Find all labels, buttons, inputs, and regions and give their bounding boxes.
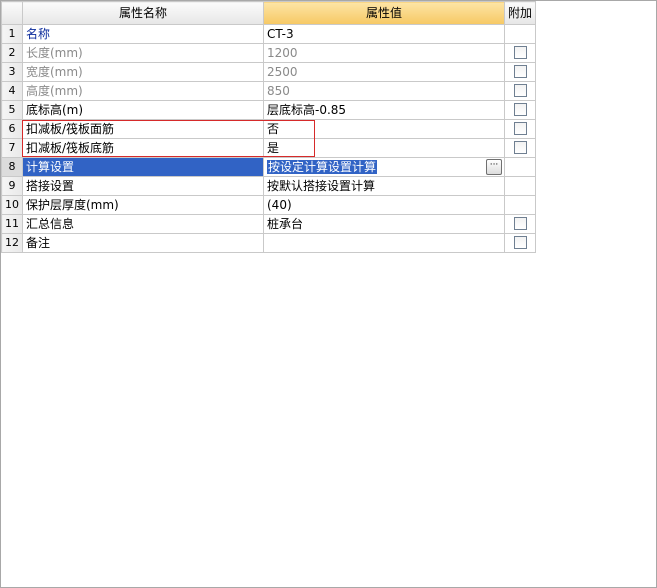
table-row[interactable]: 3 宽度(mm) 2500 <box>1 62 537 82</box>
property-value-editor[interactable]: 按设定计算设置计算 ··· <box>263 157 505 177</box>
attach-checkbox[interactable] <box>513 236 527 249</box>
property-value[interactable]: 是 <box>263 138 505 158</box>
table-row[interactable]: 12 备注 <box>1 233 537 253</box>
attach-cell <box>503 195 537 215</box>
attach-checkbox[interactable] <box>513 122 527 135</box>
row-index: 12 <box>1 233 23 253</box>
table-row[interactable]: 10 保护层厚度(mm) (40) <box>1 195 537 215</box>
property-value[interactable]: 2500 <box>263 62 505 82</box>
attach-cell <box>503 138 537 158</box>
row-index: 11 <box>1 214 23 234</box>
row-index: 5 <box>1 100 23 120</box>
property-name: 扣减板/筏板底筋 <box>22 138 264 158</box>
attach-cell <box>503 62 537 82</box>
table-row[interactable]: 9 搭接设置 按默认搭接设置计算 <box>1 176 537 196</box>
property-value[interactable]: 层底标高-0.85 <box>263 100 505 120</box>
table-row[interactable]: 7 扣减板/筏板底筋 是 <box>1 138 537 158</box>
property-name: 扣减板/筏板面筋 <box>22 119 264 139</box>
attach-cell <box>503 43 537 63</box>
header-row: 属性名称 属性值 附加 <box>1 1 537 25</box>
table-row[interactable]: 11 汇总信息 桩承台 <box>1 214 537 234</box>
table-row[interactable]: 5 底标高(m) 层底标高-0.85 <box>1 100 537 120</box>
table-row[interactable]: 4 高度(mm) 850 <box>1 81 537 101</box>
attach-cell <box>503 176 537 196</box>
property-value[interactable]: CT-3 <box>263 24 505 44</box>
property-name: 备注 <box>22 233 264 253</box>
attach-checkbox[interactable] <box>513 46 527 59</box>
index-column-header <box>1 1 23 25</box>
attach-checkbox[interactable] <box>513 65 527 78</box>
table-row[interactable]: 1 名称 CT-3 <box>1 24 537 44</box>
row-index: 1 <box>1 24 23 44</box>
attach-cell <box>503 157 537 177</box>
row-index: 8 <box>1 157 23 177</box>
row-index: 9 <box>1 176 23 196</box>
property-value[interactable]: 桩承台 <box>263 214 505 234</box>
attach-checkbox[interactable] <box>513 217 527 230</box>
row-index: 6 <box>1 119 23 139</box>
property-value[interactable] <box>263 233 505 253</box>
attach-cell <box>503 100 537 120</box>
attach-checkbox[interactable] <box>513 103 527 116</box>
property-name: 长度(mm) <box>22 43 264 63</box>
attach-cell <box>503 119 537 139</box>
property-value[interactable]: 按默认搭接设置计算 <box>263 176 505 196</box>
attach-header[interactable]: 附加 <box>503 1 537 25</box>
property-value[interactable]: 否 <box>263 119 505 139</box>
row-index: 3 <box>1 62 23 82</box>
property-name: 高度(mm) <box>22 81 264 101</box>
attach-cell <box>503 233 537 253</box>
property-value[interactable]: (40) <box>263 195 505 215</box>
property-name: 计算设置 <box>22 157 264 177</box>
row-index: 2 <box>1 43 23 63</box>
attach-checkbox[interactable] <box>513 84 527 97</box>
property-value[interactable]: 1200 <box>263 43 505 63</box>
property-value-header[interactable]: 属性值 <box>263 1 505 25</box>
table-row[interactable]: 2 长度(mm) 1200 <box>1 43 537 63</box>
property-grid: 属性名称 属性值 附加 1 名称 CT-3 2 长度(mm) 1200 3 宽度… <box>1 1 537 253</box>
property-name: 底标高(m) <box>22 100 264 120</box>
selected-value-text[interactable]: 按设定计算设置计算 <box>267 160 378 174</box>
attach-cell <box>503 24 537 44</box>
property-name: 保护层厚度(mm) <box>22 195 264 215</box>
ellipsis-button[interactable]: ··· <box>486 159 502 175</box>
row-index: 7 <box>1 138 23 158</box>
attach-cell <box>503 214 537 234</box>
property-name: 汇总信息 <box>22 214 264 234</box>
property-name: 名称 <box>22 24 264 44</box>
property-name: 搭接设置 <box>22 176 264 196</box>
table-row[interactable]: 6 扣减板/筏板面筋 否 <box>1 119 537 139</box>
attach-checkbox[interactable] <box>513 141 527 154</box>
property-value[interactable]: 850 <box>263 81 505 101</box>
property-name: 宽度(mm) <box>22 62 264 82</box>
row-index: 4 <box>1 81 23 101</box>
table-row-selected[interactable]: 8 计算设置 按设定计算设置计算 ··· <box>1 157 537 177</box>
property-name-header[interactable]: 属性名称 <box>22 1 264 25</box>
attach-cell <box>503 81 537 101</box>
row-index: 10 <box>1 195 23 215</box>
